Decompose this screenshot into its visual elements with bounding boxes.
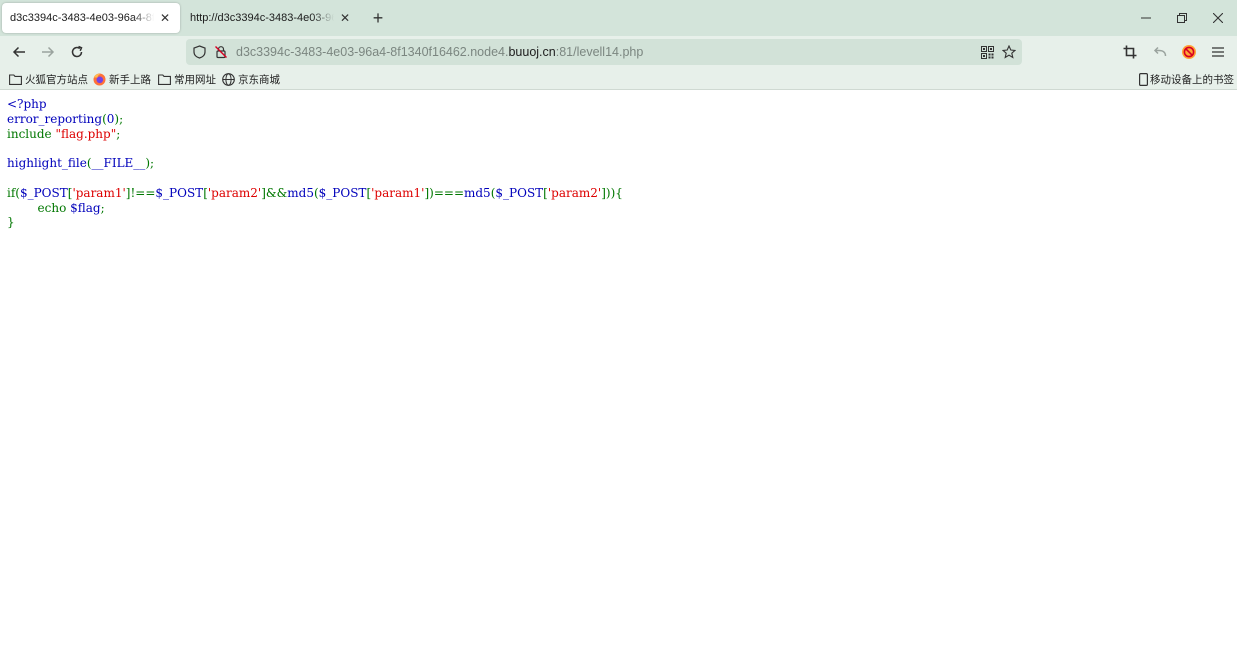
back-icon[interactable] bbox=[7, 40, 31, 64]
extension-blocker-icon[interactable] bbox=[1177, 40, 1201, 64]
restore-icon[interactable] bbox=[1170, 6, 1194, 30]
close-icon[interactable]: ✕ bbox=[338, 11, 352, 25]
forward-icon[interactable] bbox=[36, 40, 60, 64]
code-token: ])){ bbox=[601, 185, 623, 200]
window-close-icon[interactable] bbox=[1206, 6, 1230, 30]
folder-icon bbox=[9, 73, 22, 86]
code-token: highlight_file bbox=[7, 156, 87, 171]
screenshot-crop-icon[interactable] bbox=[1118, 40, 1142, 64]
code-line: if($_POST['param1']!==$_POST['param2']&&… bbox=[7, 186, 623, 201]
address-bar[interactable]: d3c3394c-3483-4e03-96a4-8f1340f16462.nod… bbox=[186, 39, 1022, 65]
tab-active[interactable]: d3c3394c-3483-4e03-96a4-8f1340f16462.nod… bbox=[2, 3, 180, 33]
firefox-icon bbox=[93, 73, 106, 86]
code-token: if( bbox=[7, 185, 20, 200]
address-suffix: :81/levell14.php bbox=[555, 45, 644, 59]
bookmark-item[interactable]: 新手上路 bbox=[93, 71, 151, 87]
php-source-code: <?php error_reporting(0); include "flag.ph… bbox=[7, 97, 623, 230]
bookmarks-bar: 火狐官方站点 新手上路 常用网址 京东商城 移动设备上的书签 bbox=[0, 68, 1237, 90]
code-token: $_POST bbox=[495, 185, 544, 200]
mobile-device-icon bbox=[1138, 72, 1148, 86]
code-token: md5 bbox=[287, 185, 314, 200]
code-token: ); bbox=[114, 111, 124, 126]
code-token: md5 bbox=[464, 185, 491, 200]
code-token: $_POST bbox=[155, 185, 204, 200]
code-token: $_POST bbox=[318, 185, 367, 200]
nav-bar: d3c3394c-3483-4e03-96a4-8f1340f16462.nod… bbox=[0, 36, 1237, 68]
bookmark-label: 新手上路 bbox=[109, 73, 151, 86]
bookmark-label: 常用网址 bbox=[174, 73, 216, 86]
tab-title: d3c3394c-3483-4e03-96a4-8f1340f16462.nod… bbox=[10, 12, 154, 24]
code-line-blank: ​ bbox=[7, 171, 623, 186]
code-token: __FILE__ bbox=[91, 156, 146, 171]
code-line: include "flag.php"; bbox=[7, 127, 623, 142]
code-token: $flag bbox=[70, 200, 101, 215]
new-tab-button[interactable]: + bbox=[368, 8, 388, 28]
code-token: 'param2' bbox=[547, 185, 602, 200]
bookmark-item[interactable]: 常用网址 bbox=[158, 71, 216, 87]
minimize-icon[interactable] bbox=[1134, 6, 1158, 30]
code-token: ]!== bbox=[125, 185, 156, 200]
code-token: ; bbox=[116, 126, 121, 141]
shield-icon[interactable] bbox=[191, 44, 207, 60]
bookmark-item[interactable]: 火狐官方站点 bbox=[9, 71, 88, 87]
mobile-bookmarks[interactable]: 移动设备上的书签 bbox=[1138, 71, 1234, 87]
code-line: <?php bbox=[7, 97, 623, 112]
tab-inactive[interactable]: http://d3c3394c-3483-4e03-96a4-8f1340f16… bbox=[182, 3, 360, 33]
bookmark-item[interactable]: 京东商城 bbox=[222, 71, 280, 87]
code-line: } bbox=[7, 215, 623, 230]
code-token: 'param1' bbox=[72, 185, 126, 200]
tab-strip: d3c3394c-3483-4e03-96a4-8f1340f16462.nod… bbox=[0, 0, 1237, 36]
address-prefix: d3c3394c-3483-4e03-96a4-8f1340f16462.nod… bbox=[236, 45, 509, 59]
qr-code-icon[interactable] bbox=[979, 44, 995, 60]
tab-title: http://d3c3394c-3483-4e03-96a4-8f1340f16… bbox=[190, 12, 334, 24]
code-token: ])=== bbox=[424, 185, 464, 200]
globe-icon bbox=[222, 72, 235, 86]
bookmark-label: 火狐官方站点 bbox=[25, 73, 88, 86]
code-token: 'param2' bbox=[207, 185, 262, 200]
bookmark-star-icon[interactable] bbox=[1001, 44, 1017, 60]
code-line: error_reporting(0); bbox=[7, 112, 623, 127]
close-icon[interactable]: ✕ bbox=[158, 11, 172, 25]
code-token: error_reporting bbox=[7, 111, 103, 126]
code-line-blank: ​ bbox=[7, 141, 623, 156]
menu-icon[interactable] bbox=[1206, 40, 1230, 64]
insecure-lock-icon[interactable] bbox=[213, 44, 229, 60]
code-token: echo bbox=[37, 200, 71, 215]
code-line: echo $flag; bbox=[7, 201, 623, 216]
undo-close-tab-icon[interactable] bbox=[1148, 40, 1172, 64]
code-line: highlight_file(__FILE__); bbox=[7, 156, 623, 171]
address-domain: buuoj.cn bbox=[508, 45, 556, 59]
reload-icon[interactable] bbox=[65, 40, 89, 64]
code-token: "flag.php" bbox=[55, 126, 117, 141]
code-token: <?php bbox=[7, 97, 47, 111]
folder-icon bbox=[158, 73, 171, 86]
code-token: } bbox=[7, 215, 15, 230]
code-token: ]&& bbox=[261, 185, 288, 200]
mobile-bookmarks-label: 移动设备上的书签 bbox=[1150, 73, 1234, 86]
code-token: ; bbox=[100, 200, 105, 215]
code-token: $_POST bbox=[19, 185, 68, 200]
bookmark-label: 京东商城 bbox=[238, 73, 280, 86]
code-token: include bbox=[7, 126, 56, 141]
code-token: 'param1' bbox=[371, 185, 425, 200]
address-text[interactable]: d3c3394c-3483-4e03-96a4-8f1340f16462.nod… bbox=[236, 45, 643, 59]
code-token: ); bbox=[145, 156, 155, 171]
